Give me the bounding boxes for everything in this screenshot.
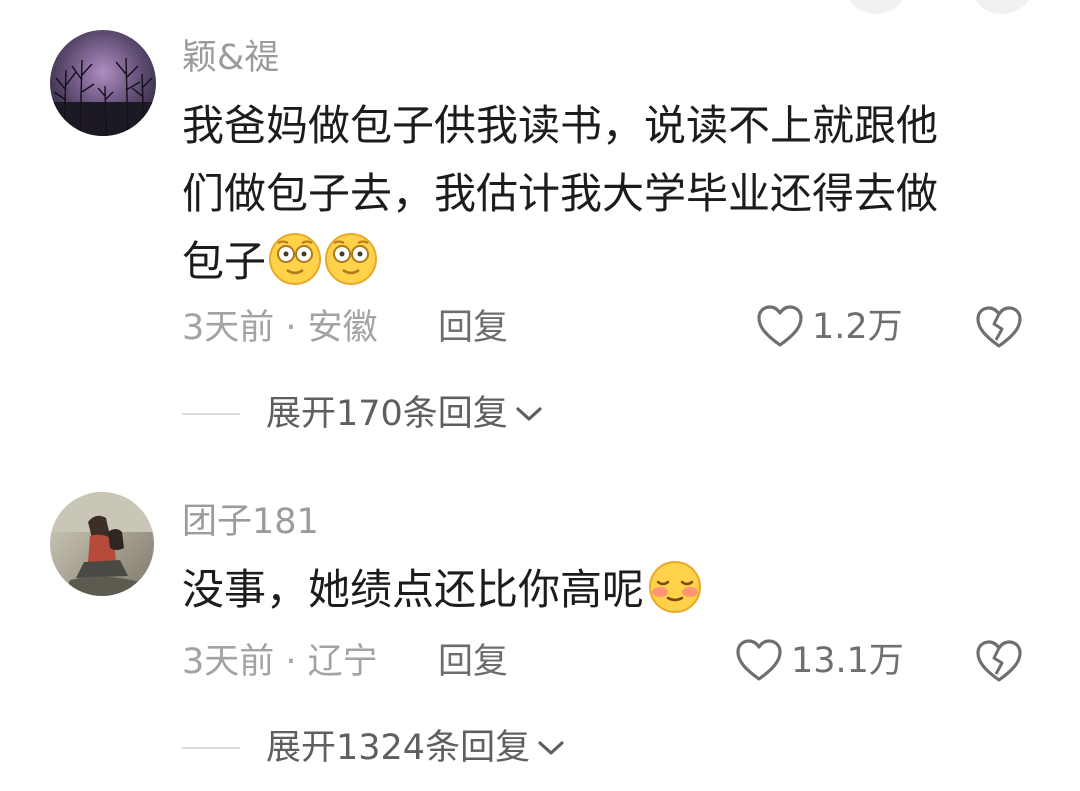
expand-replies-button[interactable]: 展开1324条回复 [182,728,566,768]
heart-icon [757,305,803,347]
divider-line [182,413,240,415]
comment-item: 团子181 没事，她绩点还比你高呢 3天前 · 辽宁 回复 13.1万 展开13… [0,470,1080,791]
username[interactable]: 颖&禔 [182,38,279,78]
broken-heart-icon [976,640,1022,682]
divider-line [182,747,240,749]
comment-text: 我爸妈做包子供我读书，说读不上就跟他 们做包子去，我估计我大学毕业还得去做 包子 [182,92,1012,306]
comment-text-line: 包子 [182,228,1012,306]
reply-button[interactable]: 回复 [438,308,508,348]
avatar[interactable] [50,492,154,596]
like-button[interactable]: 13.1万 [735,639,904,683]
like-button[interactable]: 1.2万 [756,305,903,349]
chevron-down-icon [516,407,542,421]
comment-text-line: 我爸妈做包子供我读书，说读不上就跟他 [182,101,939,150]
comment-text-line: 们做包子去，我估计我大学毕业还得去做 [182,169,939,218]
like-count: 1.2万 [812,307,903,347]
comment-text-line: 没事，她绩点还比你高呢 [182,556,1012,634]
dizzy-face-emoji [324,232,378,306]
expand-replies-label: 展开1324条回复 [266,728,531,768]
heart-icon [736,639,782,681]
dislike-button[interactable] [975,640,1023,688]
username[interactable]: 团子181 [182,502,319,542]
like-count: 13.1万 [791,641,904,681]
reply-button[interactable]: 回复 [438,642,508,682]
dislike-button[interactable] [975,306,1023,354]
expand-replies-button[interactable]: 展开170条回复 [182,394,544,434]
dizzy-face-emoji [268,232,322,306]
expand-replies-label: 展开170条回复 [266,394,508,434]
comment-text: 没事，她绩点还比你高呢 [182,556,1012,634]
comment-item: 颖&禔 我爸妈做包子供我读书，说读不上就跟他 们做包子去，我估计我大学毕业还得去… [0,0,1080,470]
broken-heart-icon [976,306,1022,348]
time-location: 3天前 · 辽宁 [182,642,378,682]
blushing-smile-emoji [646,560,704,634]
avatar[interactable] [50,30,156,136]
time-location: 3天前 · 安徽 [182,308,378,348]
chevron-down-icon [538,741,564,755]
